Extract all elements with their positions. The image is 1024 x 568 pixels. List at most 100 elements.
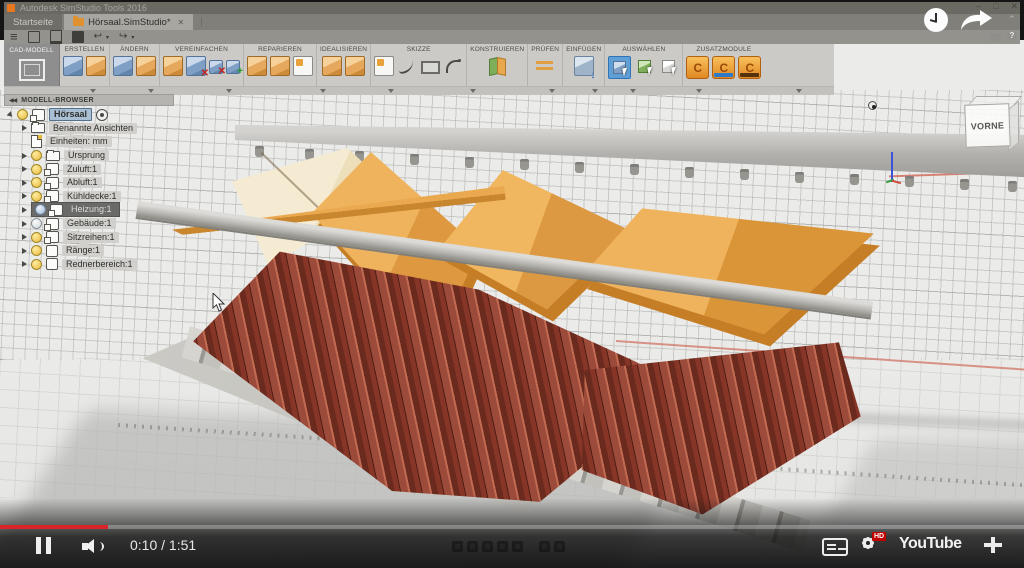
section-dropdown-icon[interactable] — [388, 89, 394, 93]
section-dropdown-icon[interactable] — [470, 89, 476, 93]
expand-icon[interactable] — [22, 248, 27, 254]
tree-root-hoersaal[interactable]: Hörsaal — [8, 108, 198, 122]
shell-layers-icon[interactable] — [345, 56, 365, 76]
add-body-icon[interactable]: + — [226, 60, 240, 74]
select-edge-icon[interactable] — [658, 56, 679, 77]
player-controls: 0:10 / 1:51 HD YouTube — [0, 532, 1024, 562]
expand-icon[interactable] — [22, 261, 27, 267]
tree-item-abluft[interactable]: Abluft:1 — [8, 176, 198, 190]
pause-button[interactable] — [36, 537, 51, 554]
visibility-bulb-icon[interactable] — [35, 204, 46, 215]
select-face-icon[interactable] — [634, 56, 655, 77]
press-pull-icon[interactable] — [136, 56, 156, 76]
section-dropdown-icon[interactable] — [148, 89, 154, 93]
tree-item-benannte-ansichten[interactable]: Benannte Ansichten — [8, 122, 198, 136]
open-file-icon[interactable] — [50, 30, 62, 45]
insert-import-icon[interactable]: ↓ — [574, 56, 594, 76]
expand-icon[interactable] — [22, 166, 27, 172]
expand-icon[interactable] — [22, 125, 27, 131]
tab-startseite[interactable]: Startseite — [4, 14, 62, 30]
visibility-bulb-icon[interactable] — [31, 259, 42, 270]
browser-settings-icon[interactable] — [868, 101, 877, 110]
measure-icon[interactable] — [535, 56, 555, 76]
tree-item-gebaeude[interactable]: Gebäude:1 — [8, 217, 198, 231]
exit-fullscreen-button[interactable] — [984, 537, 1002, 553]
rectangle-icon[interactable] — [420, 56, 440, 76]
visibility-bulb-icon[interactable] — [17, 109, 28, 120]
collapse-panel-icon[interactable]: ◀◀ — [9, 97, 16, 104]
redo-icon[interactable]: ↪ — [119, 32, 127, 42]
viewcube-front-face[interactable]: VORNE — [964, 103, 1010, 148]
cfd-blue-module-icon[interactable]: C — [712, 56, 735, 79]
menu-icon[interactable]: ≡ — [10, 32, 18, 42]
tree-item-ursprung[interactable]: Ursprung — [8, 149, 198, 163]
tree-item-zuluft[interactable]: Zuluft:1 — [8, 162, 198, 176]
new-file-icon[interactable] — [28, 31, 40, 43]
redo-dropdown-icon[interactable]: ▾ — [131, 34, 134, 41]
section-dropdown-icon[interactable] — [320, 89, 326, 93]
activate-component-icon[interactable] — [96, 109, 108, 121]
tree-item-rednerbereich[interactable]: Rednerbereich:1 — [8, 258, 198, 272]
edit-solid-icon[interactable] — [113, 56, 133, 76]
visibility-bulb-icon[interactable] — [31, 164, 42, 175]
selected-row-highlight[interactable]: Heizung:1 — [31, 202, 120, 217]
visibility-bulb-icon-off[interactable] — [31, 218, 42, 229]
youtube-logo[interactable]: YouTube — [899, 535, 962, 553]
remove-feature-icon[interactable] — [163, 56, 183, 76]
heal-body-icon[interactable] — [270, 56, 290, 76]
section-dropdown-icon[interactable] — [226, 89, 232, 93]
section-dropdown-icon[interactable] — [592, 89, 598, 93]
midsurface-icon[interactable] — [322, 56, 342, 76]
create-box-icon[interactable] — [63, 56, 83, 76]
model-browser-header[interactable]: ◀◀ MODELL-BROWSER — [4, 94, 174, 106]
viewcube[interactable]: VORNE — [956, 90, 1018, 156]
visibility-bulb-icon[interactable] — [31, 150, 42, 161]
visibility-bulb-icon[interactable] — [31, 191, 42, 202]
subtitles-icon[interactable] — [822, 538, 848, 556]
section-dropdown-icon[interactable] — [696, 89, 702, 93]
chevron-up-icon[interactable]: ⌃ — [1008, 14, 1016, 25]
tab-document-active[interactable]: Hörsaal.SimStudio* ✕ — [64, 14, 193, 30]
delete-body-icon[interactable]: ✕ — [209, 60, 223, 74]
repair-list-icon[interactable] — [293, 56, 313, 76]
expand-icon[interactable] — [22, 193, 27, 199]
tree-item-heizung-selected[interactable]: Heizung:1 — [8, 203, 198, 217]
expand-icon[interactable] — [22, 207, 27, 213]
expand-icon[interactable] — [22, 234, 27, 240]
section-dropdown-icon[interactable] — [549, 89, 555, 93]
expand-icon[interactable] — [22, 180, 27, 186]
tree-item-raenge[interactable]: Ränge:1 — [8, 244, 198, 258]
tree-item-einheiten[interactable]: Einheiten: mm — [8, 135, 198, 149]
watch-later-icon[interactable] — [924, 8, 948, 32]
cfd-module-icon[interactable]: C — [686, 56, 709, 79]
volume-button[interactable] — [82, 539, 108, 554]
section-dropdown-icon[interactable] — [796, 89, 802, 93]
fillet-arc-icon[interactable] — [443, 56, 463, 76]
inspect-repair-icon[interactable] — [247, 56, 267, 76]
spline-icon[interactable] — [397, 56, 417, 76]
visibility-bulb-icon[interactable] — [31, 245, 42, 256]
remove-face-icon[interactable]: ✕ — [186, 56, 206, 76]
tree-item-kuehldecke[interactable]: Kühldecke:1 — [8, 190, 198, 204]
undo-icon[interactable]: ↩ — [94, 32, 102, 42]
create-sketch-icon[interactable] — [374, 56, 394, 76]
save-icon[interactable] — [72, 31, 84, 43]
tree-item-sitzreihen[interactable]: Sitzreihen:1 — [8, 230, 198, 244]
undo-dropdown-icon[interactable]: ▾ — [106, 34, 109, 41]
close-tab-icon[interactable]: ✕ — [178, 18, 185, 27]
expand-icon[interactable] — [7, 111, 15, 119]
visibility-bulb-icon[interactable] — [31, 177, 42, 188]
progress-bar[interactable] — [0, 525, 1024, 529]
create-shape-icon[interactable] — [86, 56, 106, 76]
cfd-inc-module-icon[interactable]: C — [738, 56, 761, 79]
share-icon[interactable] — [960, 8, 994, 32]
help-icon[interactable]: ? — [1007, 31, 1017, 41]
expand-icon[interactable] — [22, 153, 27, 159]
section-dropdown-icon[interactable] — [630, 89, 636, 93]
section-dropdown-icon[interactable] — [90, 89, 96, 93]
construction-plane-icon[interactable] — [487, 56, 507, 76]
chat-bubble-icon[interactable] — [990, 33, 1001, 41]
expand-icon[interactable] — [22, 221, 27, 227]
visibility-bulb-icon[interactable] — [31, 232, 42, 243]
select-body-icon-active[interactable] — [608, 56, 631, 79]
